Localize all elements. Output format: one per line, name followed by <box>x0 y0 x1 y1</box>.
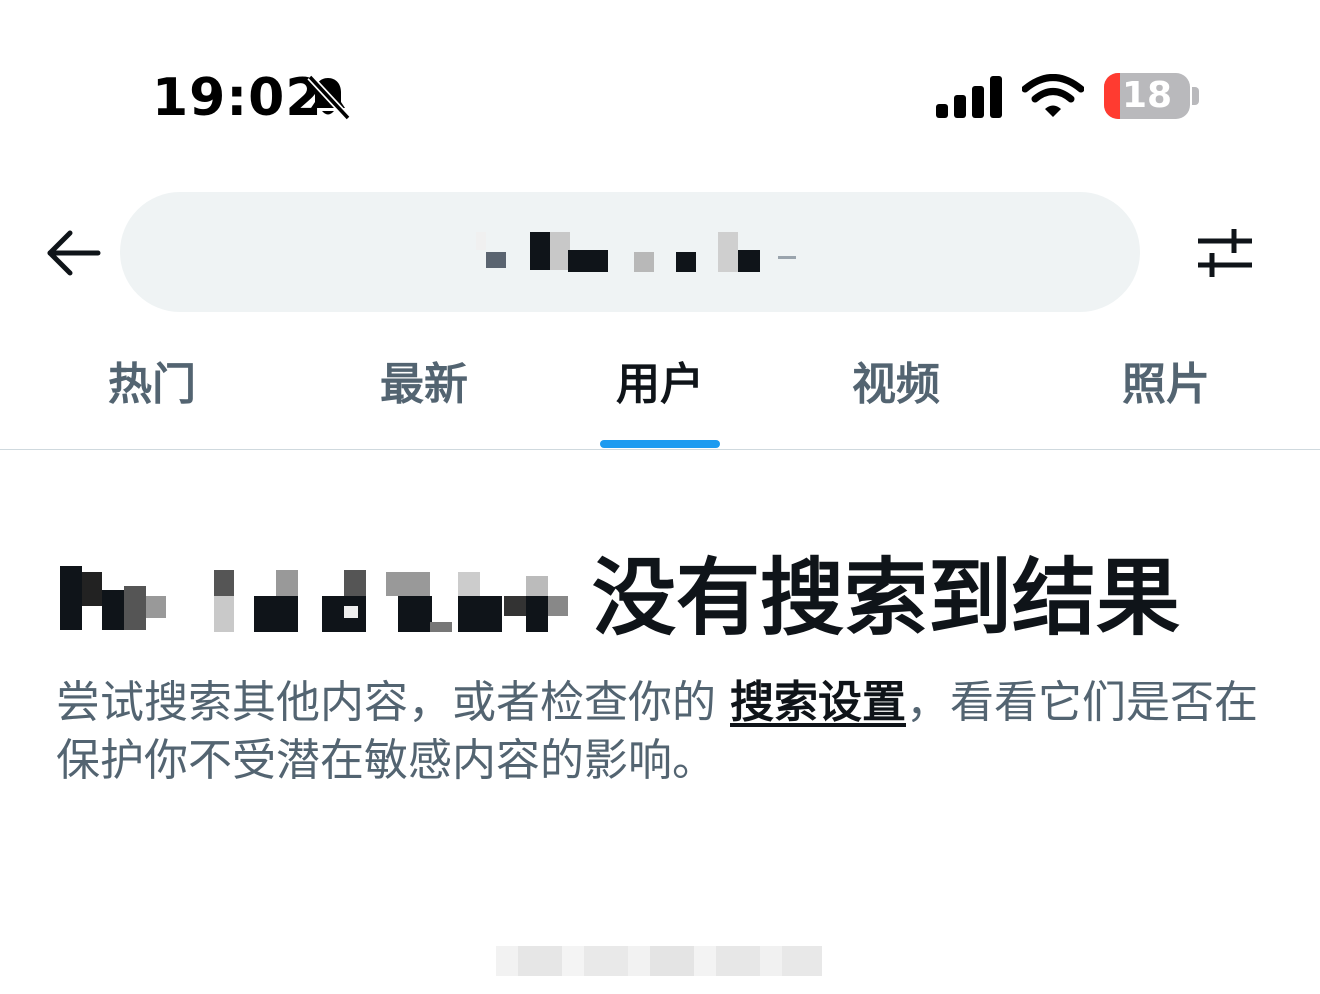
battery-cap <box>1192 87 1199 105</box>
tab-top[interactable]: 热门 <box>62 340 242 450</box>
status-time: 19:02 <box>152 68 323 128</box>
empty-state-description: 尝试搜索其他内容，或者检查你的 搜索设置，看看它们是否在保护你不受潜在敏感内容的… <box>56 674 1286 790</box>
redacted-bottom-content <box>496 940 826 980</box>
battery-level: 18 <box>1121 75 1173 116</box>
tab-latest[interactable]: 最新 <box>334 340 514 450</box>
search-filter-button[interactable] <box>1190 218 1260 288</box>
empty-state-title: 没有搜索到结果 <box>58 548 1278 648</box>
empty-state-title-text: 没有搜索到结果 <box>592 549 1181 647</box>
tab-label: 用户 <box>616 359 704 410</box>
search-input[interactable] <box>120 192 1140 312</box>
search-tabs: 热门 最新 用户 视频 照片 <box>0 340 1320 452</box>
tab-photos[interactable]: 照片 <box>1076 340 1256 450</box>
tab-label: 最新 <box>380 359 468 410</box>
active-tab-indicator <box>600 440 720 448</box>
bell-slash-icon <box>307 74 350 120</box>
tab-videos[interactable]: 视频 <box>806 340 986 450</box>
back-button[interactable] <box>40 220 106 286</box>
cellular-signal-icon <box>936 76 1002 118</box>
sliders-icon <box>1198 229 1252 277</box>
redacted-search-term <box>58 562 570 638</box>
tab-people[interactable]: 用户 <box>570 340 750 450</box>
arrow-left-icon <box>47 230 101 276</box>
tab-label: 视频 <box>852 359 940 410</box>
search-settings-link[interactable]: 搜索设置 <box>730 677 906 728</box>
tabs-divider <box>0 449 1320 450</box>
tab-label: 热门 <box>108 359 196 410</box>
battery-low-icon: 18 <box>1104 73 1190 119</box>
tab-label: 照片 <box>1122 359 1210 410</box>
wifi-icon <box>1022 74 1084 117</box>
status-bar: 19:02 18 <box>0 0 1320 170</box>
description-text: 尝试搜索其他内容，或者检查你的 <box>56 677 730 728</box>
